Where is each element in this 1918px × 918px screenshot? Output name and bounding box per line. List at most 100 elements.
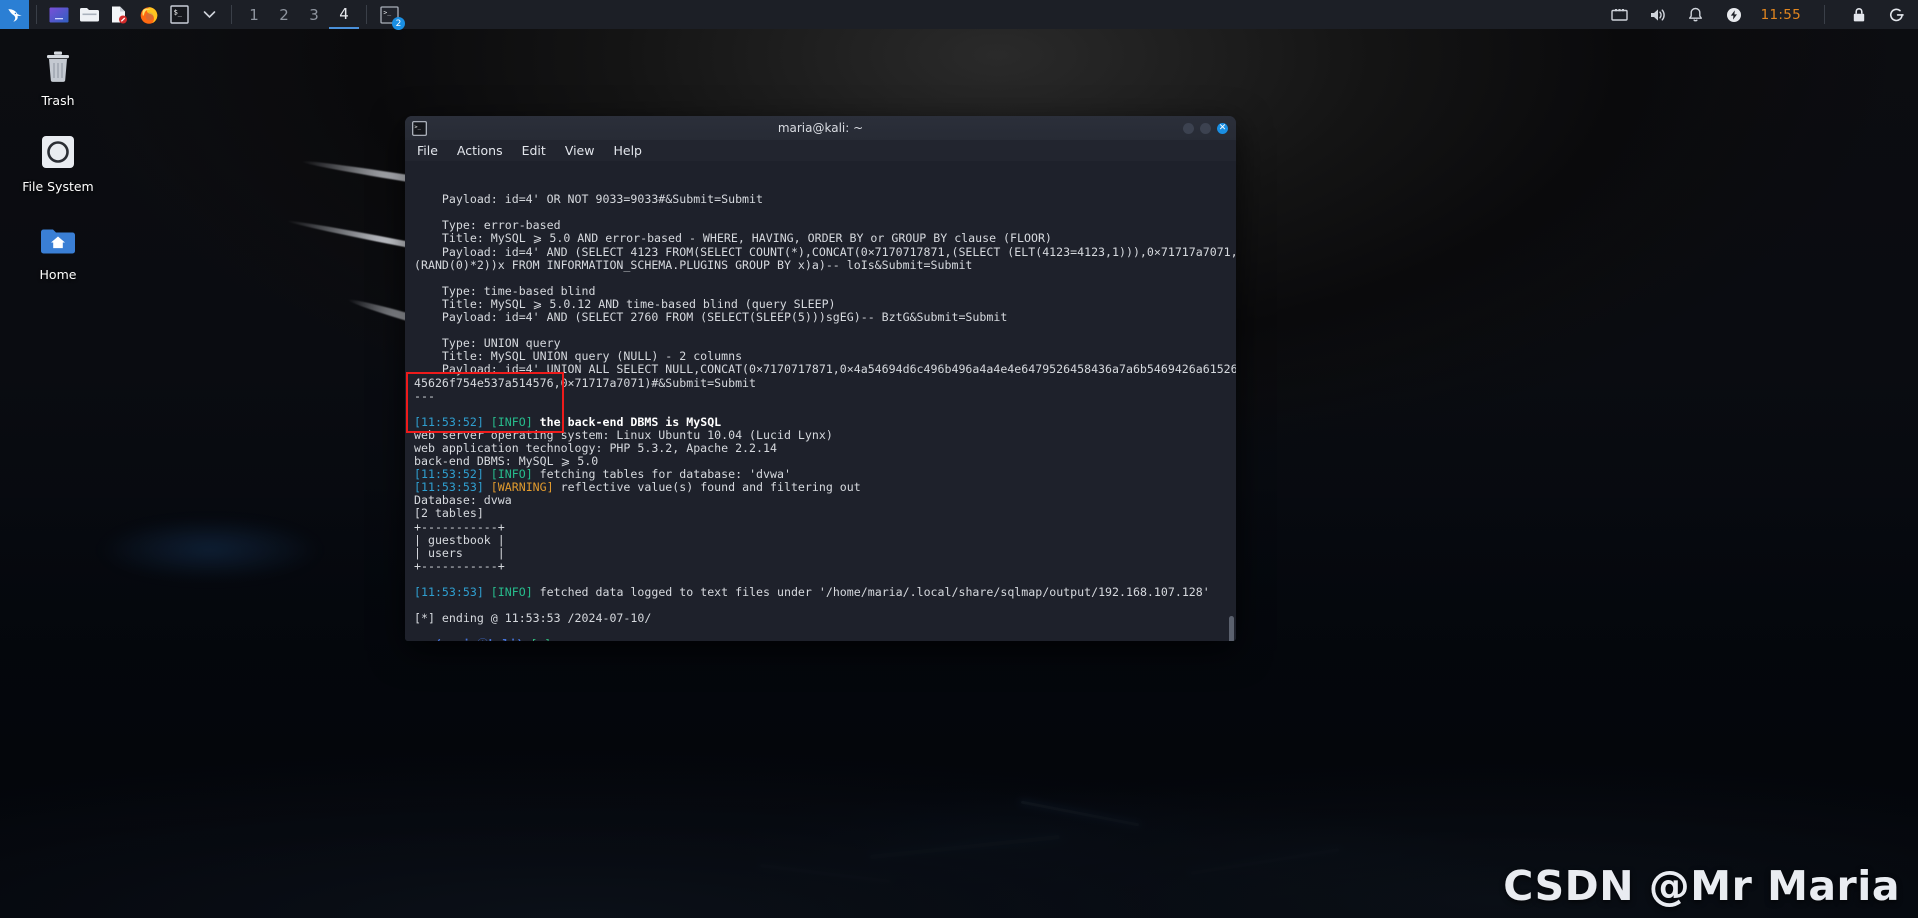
window-title: maria@kali: ~ xyxy=(777,121,864,135)
panel-separator xyxy=(36,5,37,24)
network-icon[interactable] xyxy=(1609,4,1631,26)
maximize-button[interactable] xyxy=(1200,122,1211,134)
lock-icon[interactable] xyxy=(1848,4,1870,26)
panel-separator xyxy=(231,5,232,24)
desktop-icon-label: Trash xyxy=(41,93,75,108)
notification-bell-icon[interactable] xyxy=(1685,4,1707,26)
bell-icon xyxy=(1689,7,1703,21)
menu-bar[interactable]: File Actions Edit View Help xyxy=(405,140,1236,161)
trash-icon xyxy=(3,44,113,88)
terminal-line: +-----------+ xyxy=(414,558,505,573)
workspace-label: 1 xyxy=(249,5,259,24)
wallpaper-glow xyxy=(100,520,320,580)
volume-icon xyxy=(1650,8,1665,21)
terminal-line: 45626f754e537a514576,0×71717a7071)#&Subm… xyxy=(414,375,757,390)
sidebar-item-workspace-2[interactable]: 2 xyxy=(269,0,299,29)
folder-icon xyxy=(79,8,99,22)
desktop-icon-label: File System xyxy=(22,179,94,194)
kali-menu-button[interactable] xyxy=(0,0,29,29)
minimize-button[interactable] xyxy=(1183,122,1194,134)
logout-icon[interactable] xyxy=(1886,4,1908,26)
wallpaper-glow xyxy=(1180,820,1500,910)
home-folder-icon xyxy=(3,218,113,262)
menu-item-view[interactable]: View xyxy=(565,143,595,158)
terminal-window[interactable]: >_ maria@kali: ~ ✕ File Actions Edit Vie… xyxy=(405,116,1236,641)
workspace-label: 3 xyxy=(309,5,319,24)
launcher-dropdown-button[interactable] xyxy=(194,0,224,29)
power-icon xyxy=(1726,7,1741,22)
wallpaper-glow xyxy=(740,790,1260,900)
chevron-down-icon xyxy=(203,11,215,19)
desktop-icon-label: Home xyxy=(39,267,77,282)
svg-text:>_: >_ xyxy=(414,124,421,130)
wallpaper-lightning xyxy=(760,864,890,883)
workspace-label: 2 xyxy=(279,5,289,24)
drive-icon xyxy=(3,130,113,174)
network-icon xyxy=(1611,8,1628,21)
terminal-line: Payload: id=4' AND (SELECT 2760 FROM (SE… xyxy=(414,310,1008,325)
terminal-line: Title: MySQL ⩾ 5.0 AND error-based - WHE… xyxy=(414,231,1052,246)
terminal-line: [11:53:53] [WARNING] reflective value(s)… xyxy=(414,480,861,495)
document-icon xyxy=(112,6,127,24)
terminal-line: Payload: id=4' OR NOT 9033=9033#&Submit=… xyxy=(414,192,764,207)
terminal-scrollbar[interactable] xyxy=(1229,616,1234,641)
terminal-line: Database: dvwa xyxy=(414,493,512,508)
svg-text:>_: >_ xyxy=(383,8,391,16)
firefox-launcher[interactable] xyxy=(134,0,164,29)
window-button-terminal[interactable]: >_ 2 xyxy=(374,0,405,30)
desktop-icon-trash[interactable]: Trash xyxy=(3,44,113,108)
sidebar-item-workspace-1[interactable]: 1 xyxy=(239,0,269,29)
desktop-icon-home[interactable]: Home xyxy=(3,218,113,282)
power-manager-icon[interactable] xyxy=(1723,4,1745,26)
terminal-line: web server operating system: Linux Ubunt… xyxy=(414,427,833,442)
desktop-icon-file-system[interactable]: File System xyxy=(3,130,113,194)
terminal-line: | guestbook | xyxy=(414,532,505,547)
lock-icon xyxy=(1853,7,1865,21)
panel-clock[interactable]: 11:55 xyxy=(1761,7,1801,23)
volume-icon[interactable] xyxy=(1647,4,1669,26)
text-editor-launcher[interactable] xyxy=(104,0,134,29)
terminal-line: ┌──(mariaⓘkali)-[~] xyxy=(414,638,1236,641)
terminal-launcher[interactable]: $_ xyxy=(164,0,194,29)
terminal-line: (RAND(0)*2))x FROM INFORMATION_SCHEMA.PL… xyxy=(414,257,973,272)
panel-separator xyxy=(1824,5,1825,24)
window-titlebar[interactable]: >_ maria@kali: ~ ✕ xyxy=(405,116,1236,140)
watermark-text: CSDN @Mr Maria xyxy=(1503,862,1900,910)
terminal-emulator-launcher[interactable] xyxy=(44,0,74,29)
terminal-icon: >_ xyxy=(412,120,427,136)
file-manager-launcher[interactable] xyxy=(74,0,104,29)
menu-item-edit[interactable]: Edit xyxy=(522,143,546,158)
firefox-icon xyxy=(140,6,158,24)
terminal-line: [11:53:53] [INFO] fetched data logged to… xyxy=(414,585,1210,599)
terminal-line: [11:53:52] [INFO] the back-end DBMS is M… xyxy=(414,414,722,429)
wallpaper-lightning xyxy=(1190,848,1340,875)
terminal-line: Type: time-based blind xyxy=(414,283,596,298)
terminal-line: --- xyxy=(414,388,435,403)
terminal-line: [2 tables] xyxy=(414,506,484,521)
terminal-output: Payload: id=4' OR NOT 9033=9033#&Submit=… xyxy=(414,193,1236,641)
terminal-line: [*] ending @ 11:53:53 /2024-07-10/ xyxy=(414,611,652,626)
terminal-line: Payload: id=4' AND (SELECT 4123 FROM(SEL… xyxy=(414,244,1236,259)
wallpaper-lightning xyxy=(1020,800,1140,827)
svg-text:$_: $_ xyxy=(173,9,182,17)
workspace-label: 4 xyxy=(339,4,349,23)
menu-item-help[interactable]: Help xyxy=(613,143,642,158)
terminal-line: +-----------+ xyxy=(414,519,505,534)
close-button[interactable]: ✕ xyxy=(1217,122,1228,134)
panel-separator xyxy=(366,5,367,24)
menu-item-file[interactable]: File xyxy=(417,143,438,158)
terminal-line: | users | xyxy=(414,545,505,560)
logout-icon xyxy=(1890,7,1904,21)
window-count-badge: 2 xyxy=(392,17,405,30)
wallpaper-lightning xyxy=(870,835,1060,859)
sidebar-item-workspace-3[interactable]: 3 xyxy=(299,0,329,29)
terminal-icon: $_ xyxy=(169,5,189,24)
menu-item-actions[interactable]: Actions xyxy=(457,143,503,158)
sidebar-item-workspace-4[interactable]: 4 xyxy=(329,0,359,29)
top-panel: $_ 1 2 3 4 >_ 2 11:55 xyxy=(0,0,1918,30)
terminal-screen[interactable]: Payload: id=4' OR NOT 9033=9033#&Submit=… xyxy=(405,161,1236,641)
terminal-purple-icon xyxy=(49,7,69,22)
terminal-line: Payload: id=4' UNION ALL SELECT NULL,CON… xyxy=(414,362,1236,377)
kali-dragon-icon xyxy=(7,8,22,22)
